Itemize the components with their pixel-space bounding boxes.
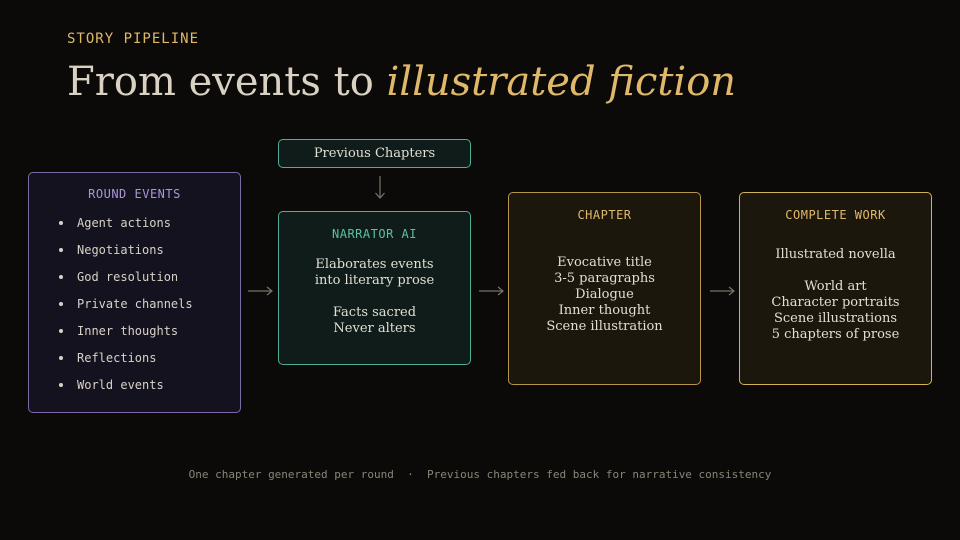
footer-note: One chapter generated per round · Previo… xyxy=(0,468,960,481)
round-events-list: Agent actions Negotiations God resolutio… xyxy=(29,215,240,404)
down-arrow-icon xyxy=(375,176,385,199)
round-events-box: ROUND EVENTS Agent actions Negotiations … xyxy=(28,172,241,413)
previous-chapters-label: Previous Chapters xyxy=(313,146,436,161)
complete-work-lead: Illustrated novella xyxy=(775,247,896,262)
narrator-ai-box: NARRATOR AI Elaborates events into liter… xyxy=(278,211,471,365)
narrator-line: Elaborates events xyxy=(315,257,434,272)
title-accent: illustrated fiction xyxy=(386,59,737,105)
footer-right: Previous chapters fed back for narrative… xyxy=(427,468,772,481)
list-item: Agent actions xyxy=(59,215,240,242)
chapter-contents: Evocative title 3-5 paragraphs Dialogue … xyxy=(509,255,700,335)
previous-chapters-box: Previous Chapters xyxy=(278,139,471,168)
footer-separator: · xyxy=(407,468,414,481)
complete-work-item: World art xyxy=(804,279,867,294)
chapter-label: CHAPTER xyxy=(577,208,632,222)
narrator-line: Never alters xyxy=(333,321,416,336)
narrator-description: Elaborates events into literary prose Fa… xyxy=(279,257,470,337)
right-arrow-icon xyxy=(710,286,735,296)
narrator-line: Facts sacred xyxy=(332,305,417,320)
chapter-item: Evocative title xyxy=(557,255,652,270)
narrator-ai-label: NARRATOR AI xyxy=(332,227,417,241)
title-plain: From events to xyxy=(67,59,387,105)
chapter-item: Dialogue xyxy=(575,287,634,302)
complete-work-item: Character portraits xyxy=(771,295,900,310)
footer-left: One chapter generated per round xyxy=(188,468,394,481)
complete-work-box: COMPLETE WORK Illustrated novella World … xyxy=(739,192,932,385)
round-events-label: ROUND EVENTS xyxy=(88,187,181,201)
complete-work-item: 5 chapters of prose xyxy=(771,327,900,342)
list-item: Negotiations xyxy=(59,242,240,269)
chapter-item: Inner thought xyxy=(558,303,651,318)
complete-work-label: COMPLETE WORK xyxy=(785,208,886,222)
right-arrow-icon xyxy=(479,286,504,296)
list-item: God resolution xyxy=(59,269,240,296)
eyebrow-label: STORY PIPELINE xyxy=(67,31,200,47)
list-item: Private channels xyxy=(59,296,240,323)
list-item: Inner thoughts xyxy=(59,323,240,350)
complete-work-contents: Illustrated novella World art Character … xyxy=(740,247,931,343)
chapter-box: CHAPTER Evocative title 3-5 paragraphs D… xyxy=(508,192,701,385)
list-item: Reflections xyxy=(59,350,240,377)
narrator-line: into literary prose xyxy=(314,273,435,288)
chapter-item: Scene illustration xyxy=(546,319,663,334)
chapter-item: 3-5 paragraphs xyxy=(554,271,655,286)
right-arrow-icon xyxy=(248,286,273,296)
complete-work-item: Scene illustrations xyxy=(773,311,898,326)
page-title: From events to illustrated fiction xyxy=(67,57,736,107)
list-item: World events xyxy=(59,377,240,404)
